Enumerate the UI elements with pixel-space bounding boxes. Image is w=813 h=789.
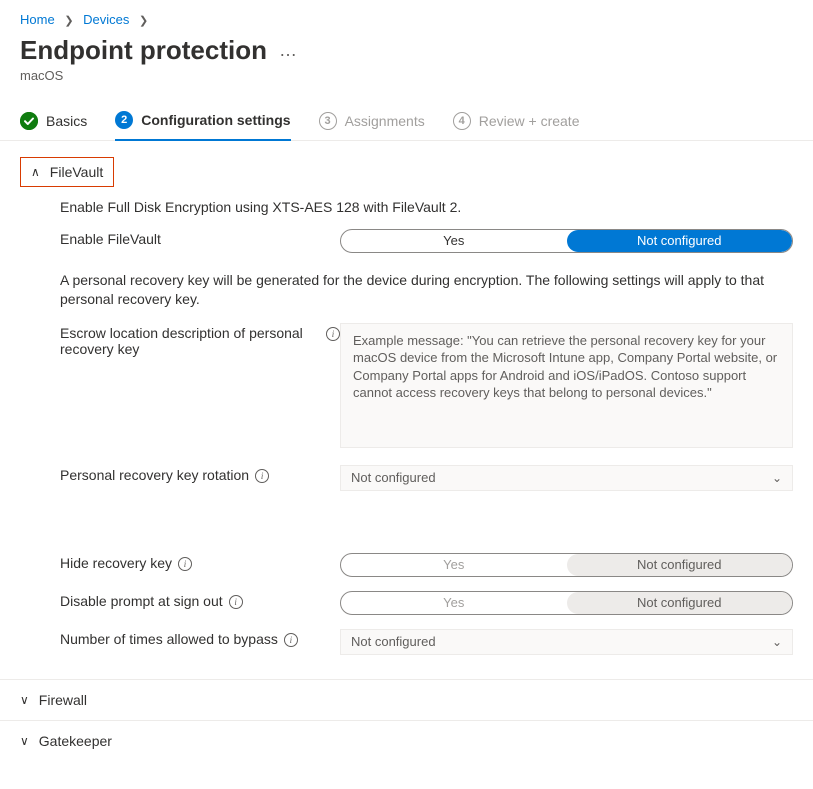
dropdown-value: Not configured (351, 470, 436, 485)
chevron-up-icon: ∧ (31, 165, 40, 179)
section-filevault-body: Enable Full Disk Encryption using XTS-AE… (20, 187, 793, 679)
dropdown-value: Not configured (351, 634, 436, 649)
bypass-count-dropdown[interactable]: Not configured ⌄ (340, 629, 793, 655)
toggle-option-not-configured[interactable]: Not configured (567, 554, 793, 576)
step-label: Review + create (479, 113, 580, 129)
step-label: Basics (46, 113, 87, 129)
section-label: Gatekeeper (39, 733, 112, 749)
breadcrumb-devices[interactable]: Devices (83, 12, 129, 27)
step-number-icon: 3 (319, 112, 337, 130)
chevron-right-icon: ❯ (139, 15, 148, 27)
step-basics[interactable]: Basics (20, 111, 87, 140)
disable-prompt-toggle[interactable]: Yes Not configured (340, 591, 793, 615)
hide-recovery-key-label: Hide recovery key i (60, 553, 340, 571)
bypass-count-label: Number of times allowed to bypass i (60, 629, 340, 647)
step-configuration-settings[interactable]: 2 Configuration settings (115, 111, 290, 141)
check-circle-icon (20, 112, 38, 130)
hide-recovery-key-toggle[interactable]: Yes Not configured (340, 553, 793, 577)
escrow-description-input[interactable] (340, 323, 793, 448)
breadcrumb-home[interactable]: Home (20, 12, 55, 27)
breadcrumb: Home ❯ Devices ❯ (0, 0, 813, 31)
filevault-intro-text: Enable Full Disk Encryption using XTS-AE… (60, 199, 793, 215)
step-label: Configuration settings (141, 112, 290, 128)
key-rotation-label: Personal recovery key rotation i (60, 465, 340, 483)
step-assignments[interactable]: 3 Assignments (319, 111, 425, 140)
toggle-option-yes[interactable]: Yes (341, 592, 567, 614)
disable-prompt-label: Disable prompt at sign out i (60, 591, 340, 609)
step-label: Assignments (345, 113, 425, 129)
chevron-down-icon: ⌄ (772, 635, 782, 649)
chevron-down-icon: ∨ (20, 693, 29, 707)
enable-filevault-label: Enable FileVault (60, 229, 340, 247)
step-number-icon: 4 (453, 112, 471, 130)
info-icon[interactable]: i (178, 557, 192, 571)
toggle-option-not-configured[interactable]: Not configured (567, 230, 793, 252)
enable-filevault-toggle[interactable]: Yes Not configured (340, 229, 793, 253)
info-icon[interactable]: i (255, 469, 269, 483)
info-icon[interactable]: i (284, 633, 298, 647)
chevron-right-icon: ❯ (64, 15, 73, 27)
toggle-option-yes[interactable]: Yes (341, 554, 567, 576)
key-rotation-dropdown[interactable]: Not configured ⌄ (340, 465, 793, 491)
step-number-icon: 2 (115, 111, 133, 129)
chevron-down-icon: ⌄ (772, 471, 782, 485)
toggle-option-not-configured[interactable]: Not configured (567, 592, 793, 614)
section-label: FileVault (50, 164, 103, 180)
section-label: Firewall (39, 692, 87, 708)
escrow-description-label: Escrow location description of personal … (60, 323, 340, 357)
info-icon[interactable]: i (229, 595, 243, 609)
section-gatekeeper-header[interactable]: ∨ Gatekeeper (0, 720, 813, 761)
step-review-create[interactable]: 4 Review + create (453, 111, 580, 140)
more-actions-button[interactable]: … (279, 40, 298, 61)
recovery-key-description: A personal recovery key will be generate… (60, 271, 793, 309)
chevron-down-icon: ∨ (20, 734, 29, 748)
info-icon[interactable]: i (326, 327, 340, 341)
page-subtitle: macOS (0, 66, 813, 103)
page-title: Endpoint protection (20, 35, 267, 66)
wizard-steps: Basics 2 Configuration settings 3 Assign… (0, 103, 813, 141)
toggle-option-yes[interactable]: Yes (341, 230, 567, 252)
section-firewall-header[interactable]: ∨ Firewall (0, 679, 813, 720)
section-filevault-header[interactable]: ∧ FileVault (20, 157, 114, 187)
